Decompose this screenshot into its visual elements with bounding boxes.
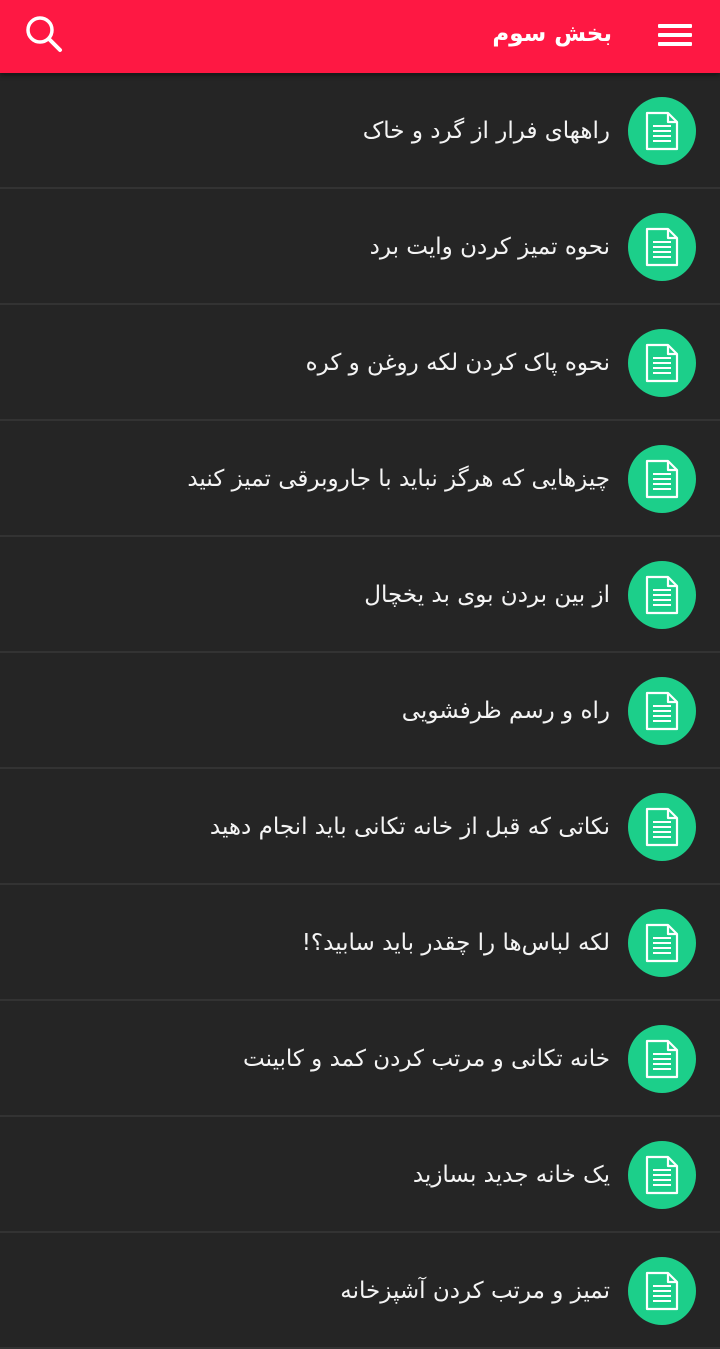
list-item-label: نحوه تمیز کردن وایت برد [369, 234, 610, 260]
topic-list: راههای فرار از گرد و خاک نحوه تمیز کردن … [0, 73, 720, 1349]
list-item-label: خانه تکانی و مرتب کردن کمد و کابینت [243, 1046, 610, 1072]
list-item-label: از بین بردن بوی بد یخچال [364, 582, 610, 608]
list-item-label: راههای فرار از گرد و خاک [362, 118, 610, 144]
list-item[interactable]: نکاتی که قبل از خانه تکانی باید انجام ده… [0, 769, 720, 885]
page-title: بخش سوم [492, 21, 612, 47]
list-item[interactable]: چیزهایی که هرگز نباید با جاروبرقی تمیز ک… [0, 421, 720, 537]
document-icon [628, 1025, 696, 1093]
list-item[interactable]: راه و رسم ظرفشویی [0, 653, 720, 769]
hamburger-menu-icon[interactable] [656, 18, 694, 54]
list-item[interactable]: لکه لباس‌ها را چقدر باید سابید؟! [0, 885, 720, 1001]
document-icon [628, 329, 696, 397]
document-icon [628, 445, 696, 513]
list-item-label: تمیز و مرتب کردن آشپزخانه [340, 1278, 610, 1304]
document-icon [628, 1257, 696, 1325]
list-item-label: نحوه پاک کردن لکه روغن و کره [305, 350, 610, 376]
list-item[interactable]: راههای فرار از گرد و خاک [0, 73, 720, 189]
list-item[interactable]: تمیز و مرتب کردن آشپزخانه [0, 1233, 720, 1349]
document-icon [628, 677, 696, 745]
list-item[interactable]: نحوه پاک کردن لکه روغن و کره [0, 305, 720, 421]
list-item-label: راه و رسم ظرفشویی [401, 698, 610, 724]
document-icon [628, 1141, 696, 1209]
list-item[interactable]: نحوه تمیز کردن وایت برد [0, 189, 720, 305]
list-item-label: نکاتی که قبل از خانه تکانی باید انجام ده… [209, 814, 610, 840]
list-item-label: لکه لباس‌ها را چقدر باید سابید؟! [301, 930, 610, 956]
document-icon [628, 213, 696, 281]
app-screen: بخش سوم راههای فرار از گرد و خاک نحوه تم… [0, 0, 720, 1349]
list-item-label: چیزهایی که هرگز نباید با جاروبرقی تمیز ک… [187, 466, 610, 492]
document-icon [628, 97, 696, 165]
document-icon [628, 561, 696, 629]
app-bar: بخش سوم [0, 0, 720, 73]
list-item[interactable]: خانه تکانی و مرتب کردن کمد و کابینت [0, 1001, 720, 1117]
document-icon [628, 909, 696, 977]
list-item[interactable]: از بین بردن بوی بد یخچال [0, 537, 720, 653]
document-icon [628, 793, 696, 861]
list-item[interactable]: یک خانه جدید بسازید [0, 1117, 720, 1233]
list-item-label: یک خانه جدید بسازید [412, 1162, 610, 1188]
search-icon[interactable] [22, 12, 66, 56]
